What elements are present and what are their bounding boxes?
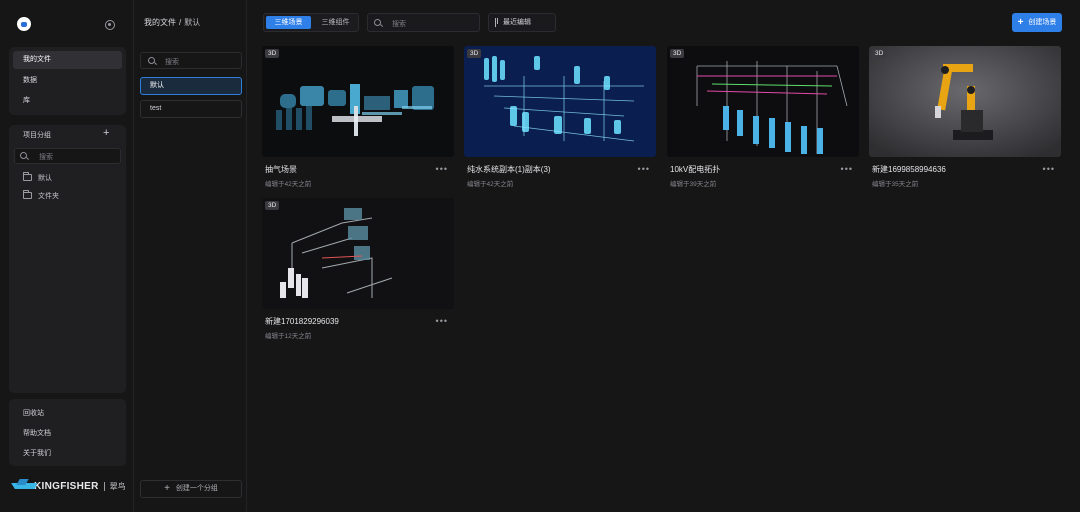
brand-divider [103, 481, 105, 491]
scene-search-input[interactable]: 搜索 [367, 13, 480, 32]
3d-badge: 3D [265, 49, 280, 58]
3d-badge: 3D [872, 49, 887, 58]
scene-card[interactable]: 3D [464, 46, 656, 196]
scene-title: 新建1699858994636 [872, 165, 946, 174]
scene-card[interactable]: 3D 新建1699858994636 编辑于35天之前 ••• [869, 46, 1061, 196]
scene-edited-time: 编辑于42天之前 [265, 181, 312, 188]
scene-title: 10kV配电拓扑 [670, 165, 721, 174]
robot-arm-image [869, 46, 1061, 157]
sort-icon [495, 18, 500, 27]
create-scene-label: 创建场景 [1028, 19, 1057, 26]
scene-card[interactable]: 3D [667, 46, 859, 196]
scene-thumbnail[interactable]: 3D [667, 46, 859, 157]
plus-icon: + [1017, 17, 1024, 28]
3d-badge: 3D [670, 49, 685, 58]
more-options-icon[interactable]: ••• [1043, 164, 1055, 174]
group-search-input[interactable]: 搜索 [140, 52, 242, 69]
scene-thumbnail[interactable]: 3D [464, 46, 656, 157]
more-options-icon[interactable]: ••• [436, 316, 448, 326]
folder-item-default[interactable]: 默认 [23, 172, 52, 187]
create-scene-button[interactable]: + 创建场景 [1012, 13, 1062, 32]
scene-search-placeholder: 搜索 [392, 21, 406, 28]
scene-thumbnail[interactable]: 3D [262, 46, 454, 157]
create-group-button[interactable]: + 创建一个分组 [140, 480, 242, 498]
folder-label: 文件夹 [38, 193, 59, 200]
folder-label: 默认 [38, 175, 52, 182]
scene-thumbnail[interactable]: 3D [262, 198, 454, 309]
project-groups-panel: 项目分组 + 搜索 默认 文件夹 [9, 125, 126, 393]
folder-icon [23, 190, 32, 199]
group-search-placeholder: 搜索 [165, 59, 179, 66]
group-item-default[interactable]: 默认 [140, 77, 242, 95]
scene-thumbnail[interactable]: 3D [869, 46, 1061, 157]
folder-icon [23, 172, 32, 181]
scene-title: 新建1701829296039 [265, 317, 339, 326]
bottom-links-panel: 回收站 帮助文档 关于我们 [9, 399, 126, 466]
app-logo-icon[interactable] [17, 17, 31, 31]
plus-icon: + [164, 483, 170, 494]
search-icon [148, 57, 155, 64]
sidebar: 我的文件 数据 库 项目分组 + 搜索 默认 文件夹 回收站 帮助文档 关于我们… [0, 0, 134, 512]
industrial-pumps-image [262, 46, 454, 157]
groups-search-placeholder: 搜索 [39, 154, 53, 161]
recycle-bin-link[interactable]: 回收站 [23, 408, 44, 418]
scene-card[interactable]: 3D [262, 46, 454, 196]
brand-logo: KINGFISHER 翠鸟 [10, 476, 126, 496]
distribution-topology-image [667, 46, 859, 157]
tab-3d-scene[interactable]: 三维场景 [266, 16, 311, 29]
more-options-icon[interactable]: ••• [841, 164, 853, 174]
search-icon [20, 152, 27, 159]
nav-panel: 我的文件 数据 库 [9, 47, 126, 115]
create-group-label: 创建一个分组 [175, 485, 218, 492]
add-group-icon[interactable]: + [103, 127, 109, 139]
scene-edited-time: 编辑于39天之前 [670, 181, 717, 188]
groups-search-input[interactable]: 搜索 [14, 148, 121, 164]
group-column: 我的文件 / 默认 搜索 默认 test + 创建一个分组 [134, 0, 247, 512]
3d-badge: 3D [265, 201, 280, 210]
nav-item-data[interactable]: 数据 [13, 72, 122, 90]
water-system-image [464, 46, 656, 157]
about-us-link[interactable]: 关于我们 [23, 448, 51, 458]
nav-item-my-files[interactable]: 我的文件 [13, 51, 122, 69]
tab-3d-component[interactable]: 三维组件 [313, 16, 358, 29]
sort-dropdown[interactable]: 最近编辑 [488, 13, 556, 32]
breadcrumb-current: 默认 [184, 18, 201, 27]
group-item-test[interactable]: test [140, 100, 242, 118]
more-options-icon[interactable]: ••• [638, 164, 650, 174]
search-icon [374, 19, 381, 26]
more-options-icon[interactable]: ••• [436, 164, 448, 174]
project-groups-title: 项目分组 [23, 132, 51, 139]
scene-edited-time: 编辑于42天之前 [467, 181, 514, 188]
piping-layout-image [262, 198, 454, 309]
3d-badge: 3D [467, 49, 482, 58]
main-content: 三维场景 三维组件 搜索 最近编辑 + 创建场景 3D 抽气场景 编辑于42天之… [247, 0, 1080, 512]
breadcrumb-separator: / [179, 18, 182, 27]
scene-card[interactable]: 3D [262, 198, 454, 348]
help-docs-link[interactable]: 帮助文档 [23, 428, 51, 438]
brand-name: KINGFISHER [34, 480, 99, 492]
settings-icon[interactable] [105, 20, 115, 30]
kingfisher-bird-icon [10, 478, 32, 494]
scene-edited-time: 编辑于35天之前 [872, 181, 919, 188]
folder-item-folder[interactable]: 文件夹 [23, 190, 59, 205]
scene-title: 抽气场景 [265, 165, 297, 174]
nav-item-library[interactable]: 库 [13, 92, 122, 110]
sort-label: 最近编辑 [503, 19, 531, 26]
scene-title: 纯水系统副本(1)副本(3) [467, 165, 551, 174]
brand-chinese-name: 翠鸟 [109, 481, 126, 491]
breadcrumb: 我的文件 / 默认 [144, 17, 200, 28]
scene-type-tabs: 三维场景 三维组件 [263, 13, 359, 32]
scene-edited-time: 编辑于12天之前 [265, 333, 312, 340]
breadcrumb-root[interactable]: 我的文件 [144, 18, 176, 27]
